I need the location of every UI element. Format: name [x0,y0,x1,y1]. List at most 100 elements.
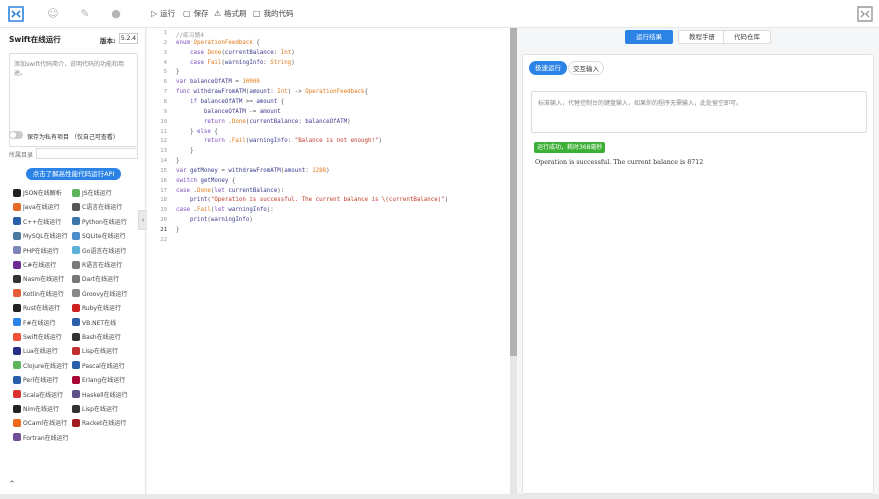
code-line[interactable]: var balanceOfATM = 10000 [176,79,260,85]
code-line[interactable]: case .Done(let currentBalance): [176,188,284,194]
code-editor[interactable]: 1 2 3 4 5 6 7 8 9 10 11 12 13 14 15 16 17 18 19 20 21 22 //练习… [147,28,517,494]
stdin-input[interactable]: 标准输入，代替控制台的键盘输入，如果你的程序无需输入，此处留空即可。 [531,91,867,133]
code-line[interactable]: balanceOfATM -= amount [176,109,281,115]
code-line[interactable]: } [176,227,180,233]
code-line[interactable]: return .Done(currentBalance: balanceOfAT… [176,119,351,125]
logo-icon[interactable] [6,5,26,23]
language-link[interactable]: C#在线运行 [13,260,56,269]
line-number: 22 [160,236,167,243]
dir-input[interactable] [36,148,138,159]
language-link[interactable]: Java在线运行 [13,202,60,211]
language-link[interactable]: Bash在线运行 [72,332,121,341]
language-link[interactable]: Nasm在线运行 [13,274,64,283]
language-link[interactable]: Lisp在线运行 [72,346,118,355]
language-link[interactable]: JS在线运行 [72,188,112,197]
language-link[interactable]: F#在线运行 [13,318,55,327]
my-code-button[interactable]: □ 我的代码 [253,8,294,19]
tab-repository[interactable]: 代码仓库 [723,30,771,44]
line-number: 15 [160,167,167,174]
code-line[interactable]: enum OperationFeedback { [176,40,260,46]
line-number: 6 [163,79,167,86]
code-line[interactable]: func withdrawFromATM(amount: Int) -> Ope… [176,89,368,95]
language-link[interactable]: Lisp在线运行 [72,404,118,413]
language-link[interactable]: JSON在线解析 [13,188,62,197]
language-link[interactable]: Rust在线运行 [13,303,60,312]
language-link[interactable]: Pascal在线运行 [72,361,125,370]
vbnet-icon [72,318,80,327]
code-line[interactable]: var getMoney = withdrawFromATM(amount: 1… [176,168,330,174]
code-line[interactable]: } [176,158,180,164]
language-label: R语言在线运行 [82,262,123,269]
language-link[interactable]: Nim在线运行 [13,404,59,413]
language-link[interactable]: Fortran在线运行 [13,433,69,442]
code-line[interactable]: //练习题4 [176,30,204,39]
language-link[interactable]: SQLite在线运行 [72,231,126,240]
code-line[interactable]: } [176,148,194,154]
language-link[interactable]: Racket在线运行 [72,418,126,427]
language-link[interactable]: Dart在线运行 [72,274,119,283]
tab-tutorial[interactable]: 教程手册 [678,30,726,44]
dart-icon [72,274,80,283]
language-link[interactable]: Python在线运行 [72,217,127,226]
language-link[interactable]: Clojure在线运行 [13,361,68,370]
language-link[interactable]: VB.NET在线 [72,318,116,327]
language-link[interactable]: Kotlin在线运行 [13,289,64,298]
code-line[interactable]: return .Fail(warningInfo: "Balance is no… [176,138,382,144]
code-line[interactable]: } else { [176,129,218,135]
top-bar: ☺ ✎ ● ▷ 运行 ▢ 保存 ⚠ 格式刷 □ 我的代码 [0,0,879,28]
language-label: Bash在线运行 [82,334,121,341]
language-link[interactable]: OCaml在线运行 [13,418,67,427]
lock-icon[interactable]: ● [109,7,123,21]
language-link[interactable]: PHP在线运行 [13,246,59,255]
language-label: Ruby在线运行 [82,305,122,313]
code-line[interactable]: case .Fail(let warningInfo): [176,207,274,213]
language-link[interactable]: C语言在线运行 [72,202,122,211]
edit-icon[interactable]: ✎ [78,7,92,21]
save-button[interactable]: ▢ 保存 [183,8,209,19]
tab-result[interactable]: 运行结果 [625,30,673,44]
language-label: Haskell在线运行 [82,391,128,399]
run-button[interactable]: ▷ 运行 [151,8,175,19]
language-link[interactable]: R语言在线运行 [72,260,122,269]
code-line[interactable]: case Done(currentBalance: Int) [176,50,295,56]
language-link[interactable]: Scala在线运行 [13,390,63,399]
code-line[interactable]: switch getMoney { [176,178,235,184]
result-card: 极速运行 交互输入 标准输入，代替控制台的键盘输入，如果你的程序无需输入，此处留… [522,54,874,494]
language-label: Scala在线运行 [23,391,64,399]
format-button[interactable]: ⚠ 格式刷 [214,8,247,19]
code-line[interactable]: } [176,69,180,75]
private-toggle[interactable] [9,131,23,139]
language-link[interactable]: Erlang在线运行 [72,375,125,384]
sqlite-icon [72,231,80,240]
language-label: Perl在线运行 [23,377,59,385]
code-line[interactable]: print(warningInfo) [176,217,253,223]
language-link[interactable]: Go语言在线运行 [72,246,126,255]
version-select[interactable]: 5.2.4 [119,33,138,44]
chevron-up-icon[interactable]: ⌃ [0,480,24,494]
groovy-icon [72,289,80,298]
language-label: Lua在线运行 [23,348,58,356]
language-link[interactable]: Perl在线运行 [13,375,58,384]
private-label: 保存为私有项目 （仅自己可查看） [27,134,119,141]
language-link[interactable]: Lua在线运行 [13,346,58,355]
editor-scrollbar[interactable] [510,28,517,494]
subtab-interactive-input[interactable]: 交互输入 [568,61,604,75]
language-link[interactable]: Ruby在线运行 [72,303,121,312]
language-link[interactable]: C++在线运行 [13,217,61,226]
subtab-fast-run[interactable]: 极速运行 [529,61,567,75]
api-button[interactable]: 点击了解高性能代码运行API [26,168,121,180]
language-link[interactable]: Swift在线运行 [13,332,62,341]
scrollbar-thumb[interactable] [510,28,517,356]
code-line[interactable]: if balanceOfATM >= amount { [176,99,284,105]
language-label: Dart在线运行 [82,276,120,284]
line-number: 17 [160,187,167,194]
code-line[interactable]: print("Operation is successful. The curr… [176,197,448,203]
language-link[interactable]: MySQL在线运行 [13,231,68,240]
language-label: C++在线运行 [23,218,62,226]
language-link[interactable]: Haskell在线运行 [72,390,128,399]
language-label: Clojure在线运行 [23,362,69,370]
code-line[interactable]: case Fail(warningInfo: String) [176,60,295,66]
user-icon[interactable]: ☺ [46,7,60,21]
language-link[interactable]: Groovy在线运行 [72,289,127,298]
scala-icon [13,390,21,399]
